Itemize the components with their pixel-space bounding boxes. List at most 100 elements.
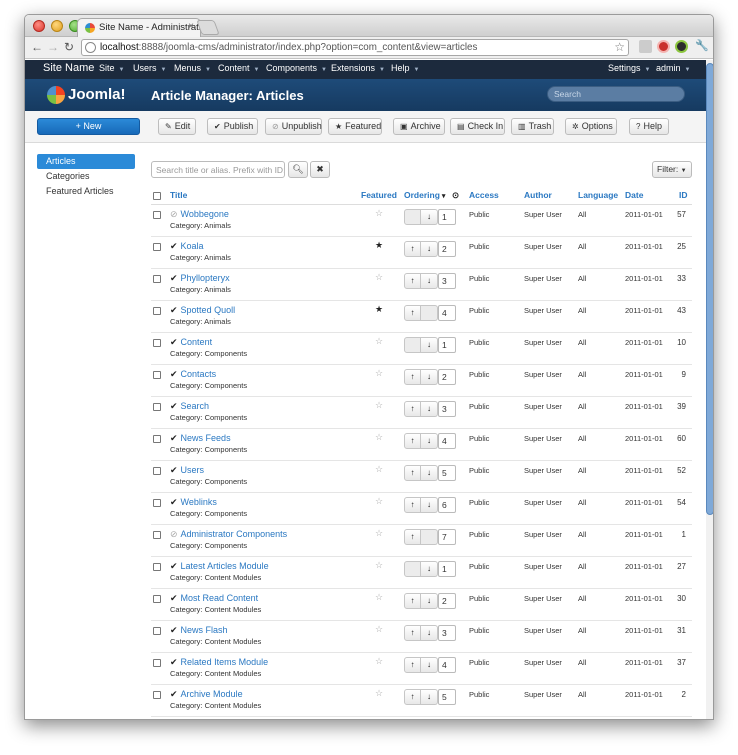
article-title-link[interactable]: Weblinks — [181, 497, 217, 507]
save-order-icon[interactable]: ⊙ — [452, 190, 459, 201]
row-checkbox[interactable] — [153, 595, 161, 603]
author-link[interactable]: Super User — [524, 498, 562, 507]
sidebar-item-articles[interactable]: Articles — [37, 154, 135, 169]
filter-dropdown[interactable]: Filter: ▼ — [652, 161, 692, 178]
row-checkbox[interactable] — [153, 531, 161, 539]
move-down-button[interactable]: ↓ — [421, 497, 438, 513]
author-link[interactable]: Super User — [524, 594, 562, 603]
menu-users[interactable]: Users ▼ — [133, 63, 166, 73]
article-title-link[interactable]: Search — [181, 401, 210, 411]
menu-settings[interactable]: Settings ▼ — [608, 63, 650, 73]
article-title-link[interactable]: Administrator Components — [181, 529, 288, 539]
author-link[interactable]: Super User — [524, 370, 562, 379]
article-title-link[interactable]: Archive Module — [181, 689, 243, 699]
unfeatured-star-icon[interactable]: ☆ — [375, 528, 383, 539]
order-input[interactable]: 1 — [438, 561, 456, 577]
article-title-link[interactable]: Content — [181, 337, 213, 347]
tab-close-icon[interactable]: × — [188, 21, 194, 32]
author-link[interactable]: Super User — [524, 690, 562, 699]
header-search-input[interactable]: Search — [547, 86, 685, 102]
order-input[interactable]: 5 — [438, 689, 456, 705]
move-down-button[interactable]: ↓ — [421, 337, 438, 353]
move-down-button[interactable]: ↓ — [421, 273, 438, 289]
published-check-icon[interactable]: ✔ — [170, 337, 178, 347]
unfeatured-star-icon[interactable]: ☆ — [375, 368, 383, 379]
article-title-link[interactable]: Phyllopteryx — [181, 273, 230, 283]
author-link[interactable]: Super User — [524, 210, 562, 219]
unfeatured-star-icon[interactable]: ☆ — [375, 688, 383, 699]
reload-icon[interactable]: ↻ — [64, 40, 74, 54]
unfeatured-star-icon[interactable]: ☆ — [375, 336, 383, 347]
move-up-button[interactable]: ↑ — [404, 369, 421, 385]
unfeatured-star-icon[interactable]: ☆ — [375, 656, 383, 667]
extension-circle-icon[interactable] — [675, 40, 688, 53]
order-input[interactable]: 5 — [438, 465, 456, 481]
article-title-link[interactable]: Wobbegone — [181, 209, 229, 219]
row-checkbox[interactable] — [153, 211, 161, 219]
column-author[interactable]: Author — [524, 190, 552, 200]
menu-help[interactable]: Help ▼ — [391, 63, 419, 73]
column-title[interactable]: Title — [170, 190, 187, 200]
filter-search-input[interactable]: Search title or alias. Prefix with ID: t… — [151, 161, 285, 178]
unpublished-icon[interactable]: ⊘ — [170, 209, 178, 219]
move-up-button[interactable]: ↑ — [404, 593, 421, 609]
archive-button[interactable]: ▣ Archive — [393, 118, 445, 135]
published-check-icon[interactable]: ✔ — [170, 369, 178, 379]
order-input[interactable]: 2 — [438, 369, 456, 385]
move-down-button[interactable]: ↓ — [421, 369, 438, 385]
published-check-icon[interactable]: ✔ — [170, 497, 178, 507]
author-link[interactable]: Super User — [524, 338, 562, 347]
unfeatured-star-icon[interactable]: ☆ — [375, 208, 383, 219]
column-date[interactable]: Date — [625, 190, 643, 200]
order-input[interactable]: 2 — [438, 241, 456, 257]
move-up-button[interactable]: ↑ — [404, 625, 421, 641]
unfeatured-star-icon[interactable]: ☆ — [375, 560, 383, 571]
published-check-icon[interactable]: ✔ — [170, 241, 178, 251]
order-input[interactable]: 4 — [438, 657, 456, 673]
row-checkbox[interactable] — [153, 275, 161, 283]
extension-stop-icon[interactable] — [657, 40, 670, 53]
published-check-icon[interactable]: ✔ — [170, 561, 178, 571]
order-input[interactable]: 3 — [438, 625, 456, 641]
select-all-checkbox[interactable] — [153, 192, 161, 200]
order-input[interactable]: 7 — [438, 529, 456, 545]
published-check-icon[interactable]: ✔ — [170, 305, 178, 315]
row-checkbox[interactable] — [153, 307, 161, 315]
menu-site[interactable]: Site ▼ — [99, 63, 124, 73]
move-up-button[interactable]: ↑ — [404, 465, 421, 481]
extension-puzzle-icon[interactable] — [639, 40, 652, 53]
author-link[interactable]: Super User — [524, 242, 562, 251]
row-checkbox[interactable] — [153, 371, 161, 379]
trash-button[interactable]: ▥ Trash — [511, 118, 554, 135]
unfeatured-star-icon[interactable]: ☆ — [375, 464, 383, 475]
wrench-icon[interactable]: 🔧 — [695, 39, 709, 52]
article-title-link[interactable]: Contacts — [181, 369, 217, 379]
order-input[interactable]: 2 — [438, 593, 456, 609]
brand-site-name[interactable]: Site Name — [43, 62, 94, 74]
forward-arrow-icon[interactable]: → — [47, 40, 59, 54]
published-check-icon[interactable]: ✔ — [170, 657, 178, 667]
column-featured[interactable]: Featured — [361, 190, 397, 200]
featured-star-icon[interactable]: ★ — [375, 304, 383, 315]
row-checkbox[interactable] — [153, 403, 161, 411]
move-up-button[interactable]: ↑ — [404, 689, 421, 705]
article-title-link[interactable]: Related Items Module — [181, 657, 269, 667]
author-link[interactable]: Super User — [524, 626, 562, 635]
menu-menus[interactable]: Menus ▼ — [174, 63, 211, 73]
browser-tab[interactable]: Site Name - Administration × — [77, 18, 211, 38]
move-up-button[interactable] — [404, 561, 421, 577]
row-checkbox[interactable] — [153, 467, 161, 475]
unfeatured-star-icon[interactable]: ☆ — [375, 592, 383, 603]
move-down-button[interactable] — [421, 305, 438, 321]
edit-button[interactable]: ✎ Edit — [158, 118, 196, 135]
move-up-button[interactable]: ↑ — [404, 657, 421, 673]
menu-content[interactable]: Content ▼ — [218, 63, 259, 73]
author-link[interactable]: Super User — [524, 658, 562, 667]
window-close-button[interactable] — [33, 20, 45, 32]
order-input[interactable]: 6 — [438, 497, 456, 513]
article-title-link[interactable]: Koala — [181, 241, 204, 251]
featured-button[interactable]: ★ Featured — [328, 118, 382, 135]
row-checkbox[interactable] — [153, 435, 161, 443]
order-input[interactable]: 4 — [438, 433, 456, 449]
published-check-icon[interactable]: ✔ — [170, 433, 178, 443]
